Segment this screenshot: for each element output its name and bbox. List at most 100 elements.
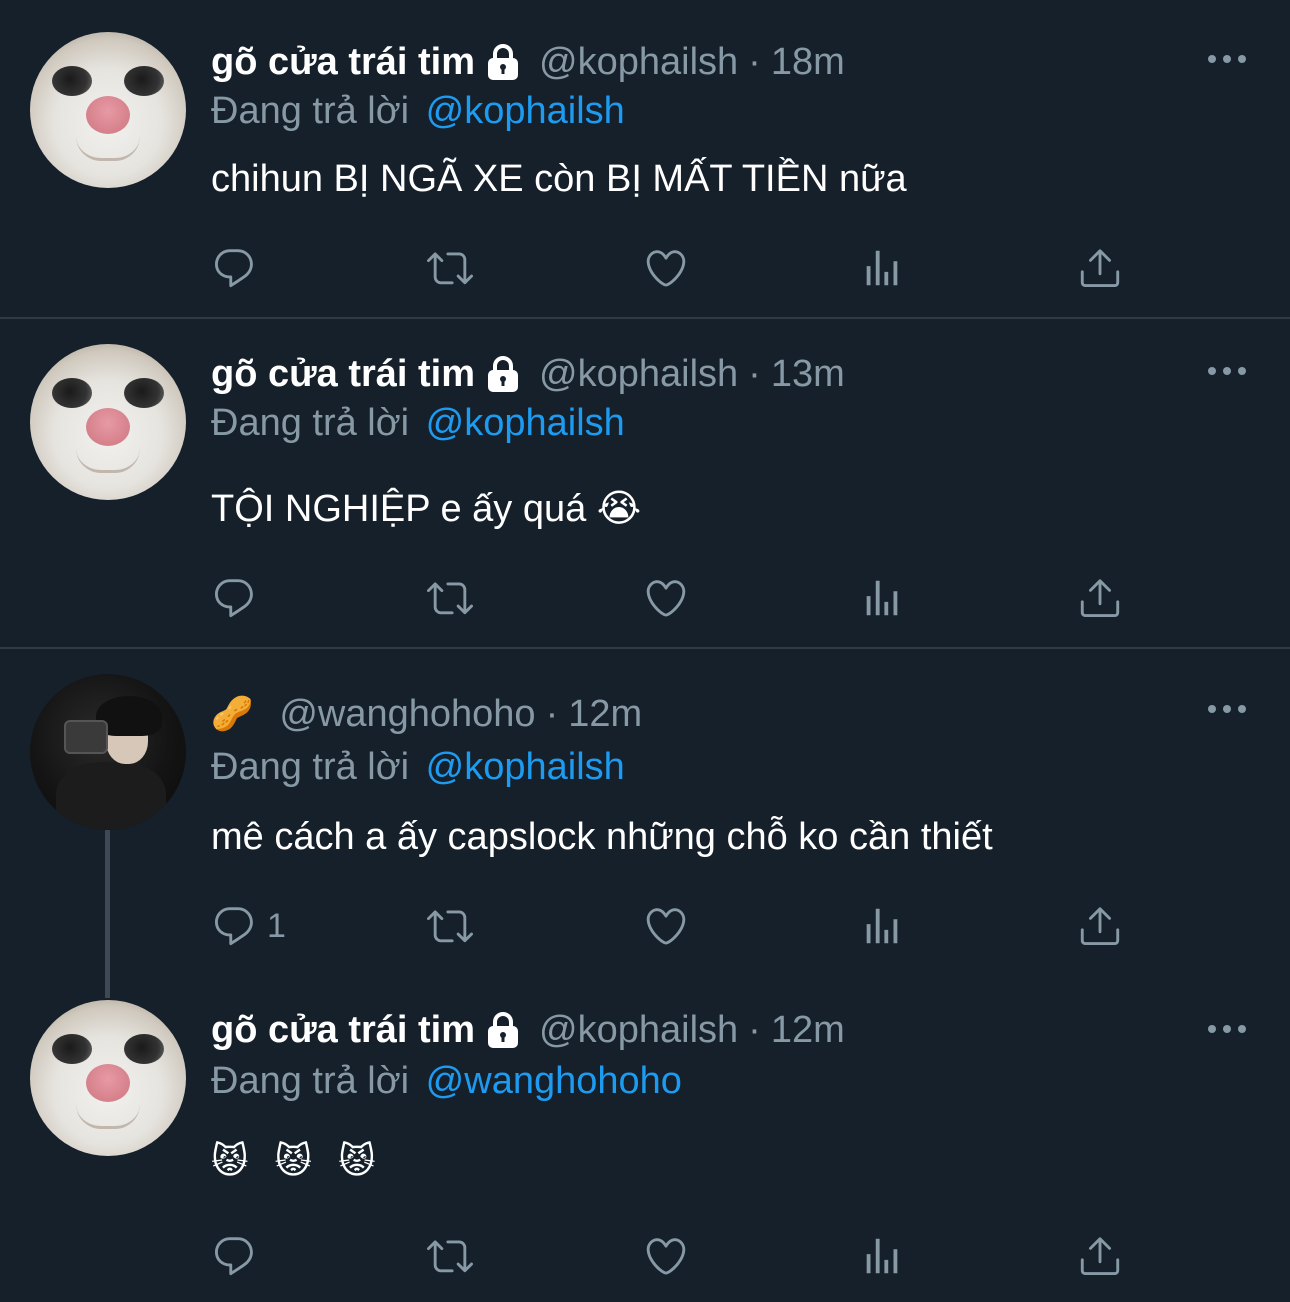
camera-icon <box>64 720 108 754</box>
retweet-icon <box>427 245 473 291</box>
avatar-nose <box>86 1064 130 1102</box>
retweet-icon <box>427 903 473 949</box>
more-options-icon[interactable] <box>1208 704 1246 714</box>
retweet-button[interactable] <box>427 240 473 296</box>
reply-icon <box>211 245 257 291</box>
like-button[interactable] <box>643 898 689 954</box>
replying-to: Đang trả lời @kophailsh <box>211 402 625 445</box>
retweet-icon <box>427 1233 473 1279</box>
separator: · <box>545 692 559 735</box>
reply-icon <box>211 575 257 621</box>
share-button[interactable] <box>1077 898 1123 954</box>
peanut-emoji[interactable]: 🥜 <box>211 694 253 734</box>
handle[interactable]: @wanghohoho <box>279 693 535 736</box>
like-icon <box>643 1233 689 1279</box>
analytics-icon <box>859 1233 905 1279</box>
display-name[interactable]: gõ cửa trái tim <box>211 353 475 396</box>
share-button[interactable] <box>1077 570 1123 626</box>
tweet[interactable]: gõ cửa trái tim @kophailsh · 12m Đang tr… <box>0 990 1290 1302</box>
analytics-icon <box>859 245 905 291</box>
share-icon <box>1077 245 1123 291</box>
more-options-icon[interactable] <box>1208 366 1246 376</box>
divider <box>0 317 1290 319</box>
avatar-eye-right <box>124 378 164 408</box>
lock-icon <box>483 354 523 394</box>
reply-button[interactable]: 1 <box>211 898 286 954</box>
mention-link[interactable]: @kophailsh <box>426 90 625 132</box>
reply-button[interactable] <box>211 1228 267 1284</box>
like-icon <box>643 245 689 291</box>
tweet-text: chihun BỊ NGÃ XE còn BỊ MẤT TIỀN nữa <box>211 158 907 200</box>
share-icon <box>1077 575 1123 621</box>
analytics-button[interactable] <box>859 240 905 296</box>
display-name[interactable]: gõ cửa trái tim <box>211 1009 475 1052</box>
replying-to: Đang trả lời @kophailsh <box>211 90 625 133</box>
like-icon <box>643 903 689 949</box>
avatar-nose <box>86 96 130 134</box>
avatar-mouth <box>76 136 140 161</box>
action-bar: 1 <box>211 898 1131 954</box>
more-options-icon[interactable] <box>1208 54 1246 64</box>
separator: · <box>748 40 761 83</box>
lock-icon <box>483 1010 523 1050</box>
avatar-eye-right <box>124 1034 164 1064</box>
replying-to: Đang trả lời @kophailsh <box>211 746 625 789</box>
replying-to-label: Đang trả lời <box>211 402 410 444</box>
like-button[interactable] <box>643 570 689 626</box>
tweet[interactable]: 🥜 @wanghohoho · 12m Đang trả lời @kophai… <box>0 650 1290 980</box>
avatar-eye-left <box>52 1034 92 1064</box>
avatar[interactable] <box>30 674 186 830</box>
reply-icon <box>211 1233 257 1279</box>
retweet-icon <box>427 575 473 621</box>
tweet-header: gõ cửa trái tim @kophailsh · 13m <box>211 352 845 396</box>
tweet-header: gõ cửa trái tim @kophailsh · 12m <box>211 1008 845 1052</box>
retweet-button[interactable] <box>427 1228 473 1284</box>
replying-to-label: Đang trả lời <box>211 1060 410 1102</box>
reply-button[interactable] <box>211 570 267 626</box>
avatar-eye-left <box>52 66 92 96</box>
analytics-button[interactable] <box>859 570 905 626</box>
mention-link[interactable]: @wanghohoho <box>426 1060 682 1102</box>
avatar[interactable] <box>30 1000 186 1156</box>
avatar[interactable] <box>30 344 186 500</box>
retweet-button[interactable] <box>427 898 473 954</box>
display-name[interactable]: gõ cửa trái tim <box>211 41 475 84</box>
retweet-button[interactable] <box>427 570 473 626</box>
avatar-mouth <box>76 1104 140 1129</box>
timestamp[interactable]: 12m <box>568 693 642 736</box>
separator: · <box>748 1008 761 1051</box>
share-icon <box>1077 1233 1123 1279</box>
timestamp[interactable]: 12m <box>771 1009 845 1052</box>
replying-to: Đang trả lời @wanghohoho <box>211 1060 682 1103</box>
like-icon <box>643 575 689 621</box>
reply-count: 1 <box>267 906 286 945</box>
share-button[interactable] <box>1077 1228 1123 1284</box>
separator: · <box>748 352 761 395</box>
tweet[interactable]: gõ cửa trái tim @kophailsh · 18m Đang tr… <box>0 0 1290 318</box>
timestamp[interactable]: 13m <box>771 353 845 396</box>
mention-link[interactable]: @kophailsh <box>426 402 625 444</box>
action-bar <box>211 1228 1131 1284</box>
reply-button[interactable] <box>211 240 267 296</box>
more-options-icon[interactable] <box>1208 1024 1246 1034</box>
mention-link[interactable]: @kophailsh <box>426 746 625 788</box>
tweet[interactable]: gõ cửa trái tim @kophailsh · 13m Đang tr… <box>0 320 1290 648</box>
replying-to-label: Đang trả lời <box>211 90 410 132</box>
avatar-eye-left <box>52 378 92 408</box>
like-button[interactable] <box>643 240 689 296</box>
timestamp[interactable]: 18m <box>771 41 845 84</box>
like-button[interactable] <box>643 1228 689 1284</box>
analytics-icon <box>859 575 905 621</box>
analytics-icon <box>859 903 905 949</box>
handle[interactable]: @kophailsh <box>539 41 738 84</box>
tweet-text: mê cách a ấy capslock những chỗ ko cần t… <box>211 816 993 858</box>
analytics-button[interactable] <box>859 898 905 954</box>
analytics-button[interactable] <box>859 1228 905 1284</box>
share-button[interactable] <box>1077 240 1123 296</box>
handle[interactable]: @kophailsh <box>539 353 738 396</box>
replying-to-label: Đang trả lời <box>211 746 410 788</box>
tweet-header: gõ cửa trái tim @kophailsh · 18m <box>211 40 845 84</box>
handle[interactable]: @kophailsh <box>539 1009 738 1052</box>
avatar[interactable] <box>30 32 186 188</box>
avatar-body <box>56 762 166 830</box>
